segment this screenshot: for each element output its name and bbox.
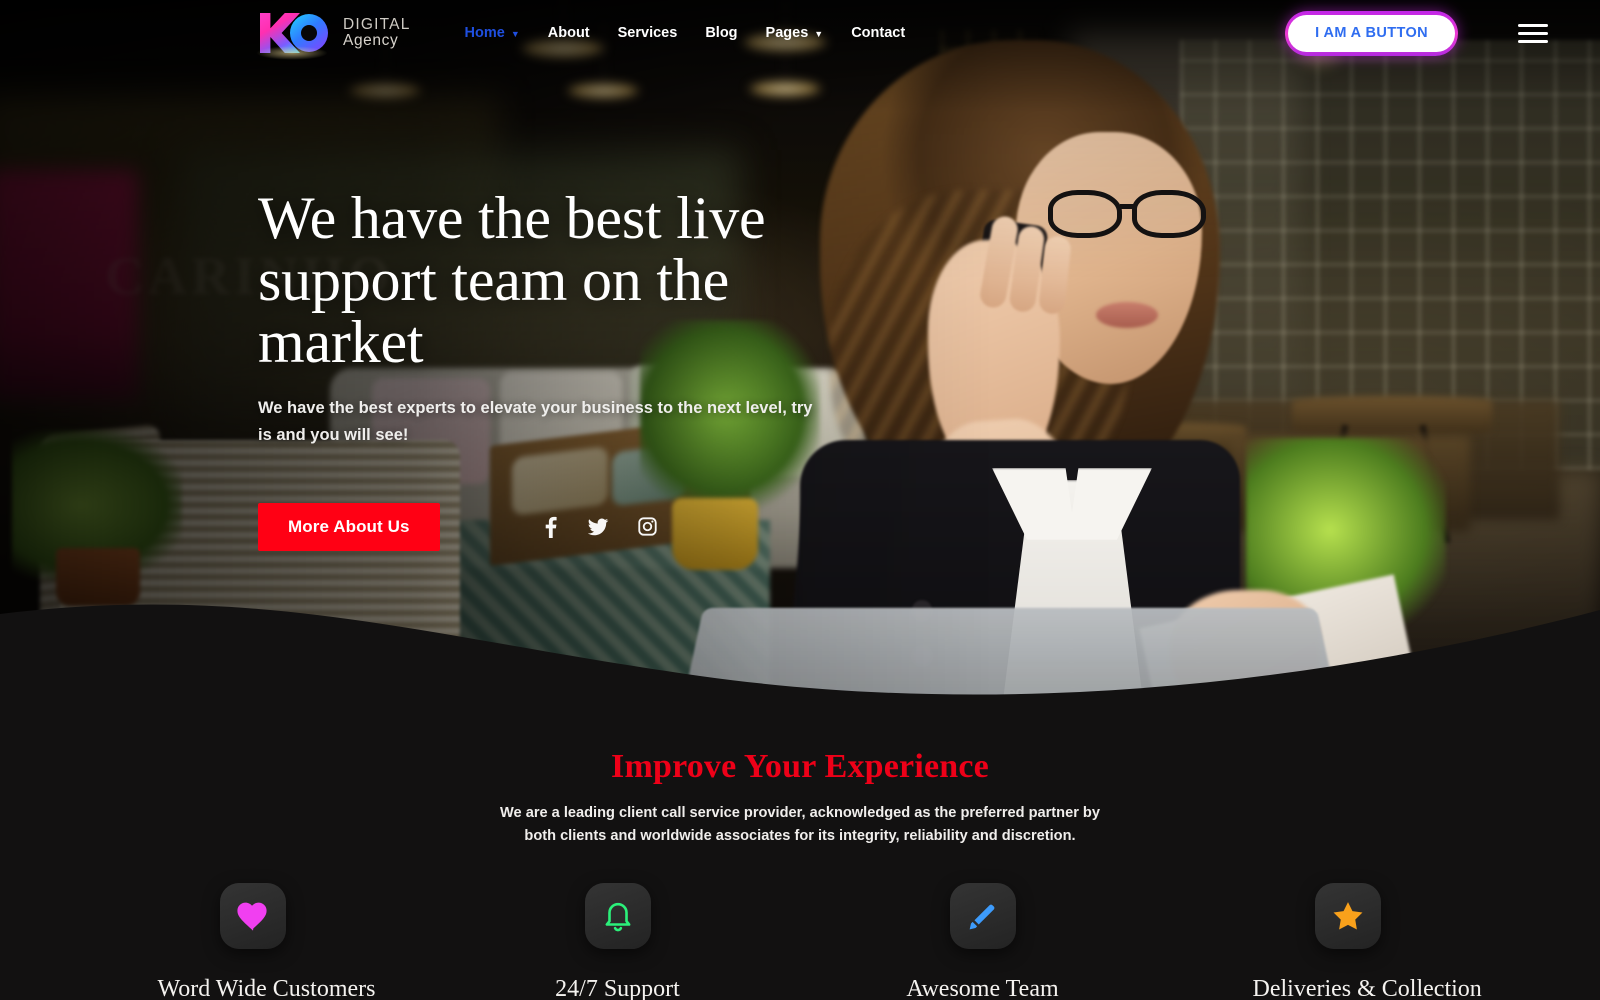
hamburger-menu-icon[interactable] bbox=[1518, 19, 1548, 48]
feature-label: Deliveries & Collection bbox=[1253, 976, 1443, 1000]
hero-title: We have the best live support team on th… bbox=[258, 188, 878, 373]
chevron-down-icon: ▼ bbox=[814, 30, 823, 39]
nav-label-home: Home bbox=[465, 25, 505, 41]
pencil-icon bbox=[950, 883, 1016, 949]
feature-label: Awesome Team bbox=[888, 976, 1078, 1000]
nav-item-about[interactable]: About bbox=[548, 25, 590, 41]
features-description: We are a leading client call service pro… bbox=[490, 802, 1110, 847]
nav-label-pages: Pages bbox=[766, 25, 809, 41]
header-cta-label: I AM A BUTTON bbox=[1288, 15, 1455, 52]
feature-label: Word Wide Customers bbox=[158, 976, 348, 1000]
bell-icon bbox=[585, 883, 651, 949]
feature-card-deliveries-collection[interactable]: Deliveries & Collection bbox=[1253, 883, 1443, 1000]
nav-item-services[interactable]: Services bbox=[618, 25, 678, 41]
nav-item-contact[interactable]: Contact bbox=[851, 25, 905, 41]
chevron-down-icon: ▼ bbox=[511, 30, 520, 39]
features-section: Improve Your Experience We are a leading… bbox=[0, 700, 1600, 1000]
hero-section: CARINHO bbox=[0, 0, 1600, 700]
logo-text-line2: Agency bbox=[343, 33, 411, 49]
feature-card-word-wide-customers[interactable]: Word Wide Customers bbox=[158, 883, 348, 1000]
nav-item-home[interactable]: Home ▼ bbox=[465, 25, 520, 41]
feature-label: 24/7 Support bbox=[523, 976, 713, 1000]
wave-divider bbox=[0, 552, 1600, 700]
star-icon bbox=[1315, 883, 1381, 949]
logo-mark-icon bbox=[260, 11, 334, 55]
logo-text-line1: DIGITAL bbox=[343, 17, 411, 33]
features-grid: Word Wide Customers 24/7 Support Awesome… bbox=[0, 883, 1600, 1000]
heart-icon bbox=[220, 883, 286, 949]
social-links bbox=[542, 516, 658, 538]
features-title: Improve Your Experience bbox=[0, 700, 1600, 786]
hero-content: We have the best live support team on th… bbox=[258, 188, 878, 551]
nav-item-pages[interactable]: Pages ▼ bbox=[766, 25, 824, 41]
site-header: DIGITAL Agency Home ▼ About Services Blo… bbox=[0, 0, 1600, 66]
more-about-us-button[interactable]: More About Us bbox=[258, 503, 440, 551]
header-cta-button[interactable]: I AM A BUTTON bbox=[1285, 11, 1458, 56]
page-root: CARINHO bbox=[0, 0, 1600, 1000]
feature-card-support[interactable]: 24/7 Support bbox=[523, 883, 713, 1000]
twitter-icon[interactable] bbox=[587, 516, 609, 538]
nav-item-blog[interactable]: Blog bbox=[705, 25, 737, 41]
feature-card-awesome-team[interactable]: Awesome Team bbox=[888, 883, 1078, 1000]
facebook-icon[interactable] bbox=[542, 516, 559, 538]
instagram-icon[interactable] bbox=[637, 516, 658, 537]
hero-subtitle: We have the best experts to elevate your… bbox=[258, 395, 818, 448]
main-navigation: Home ▼ About Services Blog Pages ▼ Conta… bbox=[465, 25, 906, 41]
site-logo[interactable]: DIGITAL Agency bbox=[260, 11, 411, 55]
